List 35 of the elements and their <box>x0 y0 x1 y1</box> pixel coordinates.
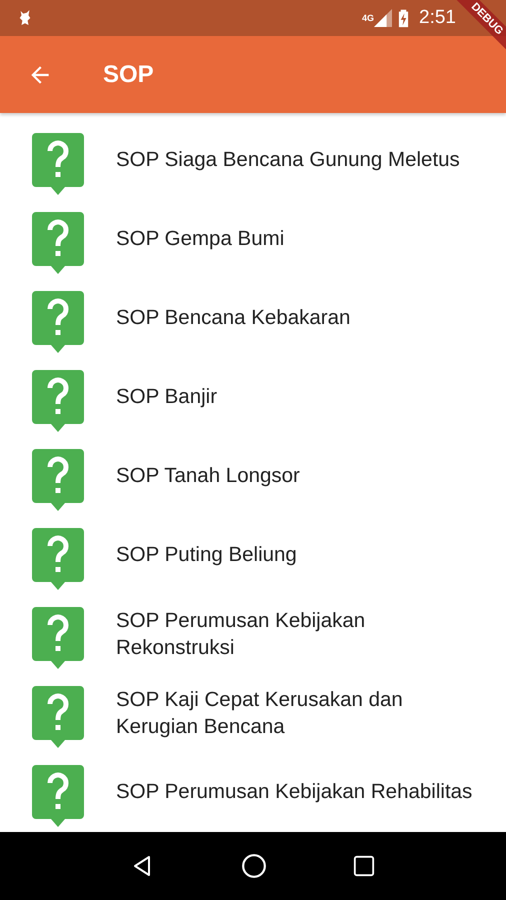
help-bubble-icon <box>32 764 84 826</box>
list-item[interactable]: SOP Tanah Longsor <box>0 436 506 515</box>
screen-title: SOP <box>103 60 154 88</box>
help-bubble-icon <box>32 290 84 352</box>
home-icon[interactable] <box>241 853 267 879</box>
help-bubble-icon <box>32 686 84 748</box>
item-label: SOP Perumusan Kebijakan Rehabilitas <box>116 779 474 805</box>
help-bubble-icon <box>32 606 84 668</box>
item-label: SOP Gempa Bumi <box>116 226 286 252</box>
item-label: SOP Perumusan Kebijakan Rekonstruksi <box>116 608 366 660</box>
list-item[interactable]: SOP Kaji Cepat Kerusakan dan Kerugian Bencana <box>0 673 506 752</box>
help-bubble-icon <box>32 448 84 510</box>
help-bubble-icon <box>32 132 84 194</box>
list-item[interactable]: SOP Gempa Bumi <box>0 199 506 278</box>
network-type: 4G <box>362 13 374 23</box>
list-item[interactable]: SOP Bencana Kebakaran <box>0 278 506 357</box>
list-item[interactable]: SOP Perumusan Kebijakan Rekonstruksi <box>0 594 506 673</box>
list-item[interactable]: SOP Perumusan Kebijakan Rehabilitas <box>0 752 506 831</box>
item-label: SOP Puting Beliung <box>116 542 298 568</box>
item-label: SOP Bencana Kebakaran <box>116 305 352 331</box>
battery-charging-icon <box>398 8 410 28</box>
signal-icon <box>374 9 392 27</box>
list-item[interactable]: SOP Puting Beliung <box>0 515 506 594</box>
clock: 2:51 <box>419 7 456 29</box>
list-item[interactable]: SOP Siaga Bencana Gunung Meletus <box>0 120 506 199</box>
list-item[interactable]: SOP Banjir <box>0 357 506 436</box>
item-label: SOP Tanah Longsor <box>116 463 301 489</box>
recents-icon[interactable] <box>353 855 375 877</box>
item-label: SOP Siaga Bencana Gunung Meletus <box>116 147 461 173</box>
notification-icon <box>18 9 32 27</box>
help-bubble-icon <box>32 212 84 274</box>
help-bubble-icon <box>32 370 84 432</box>
item-label: SOP Banjir <box>116 384 218 410</box>
help-bubble-icon <box>32 528 84 590</box>
item-label: SOP Kaji Cepat Kerusakan dan Kerugian Bencana <box>116 686 404 740</box>
